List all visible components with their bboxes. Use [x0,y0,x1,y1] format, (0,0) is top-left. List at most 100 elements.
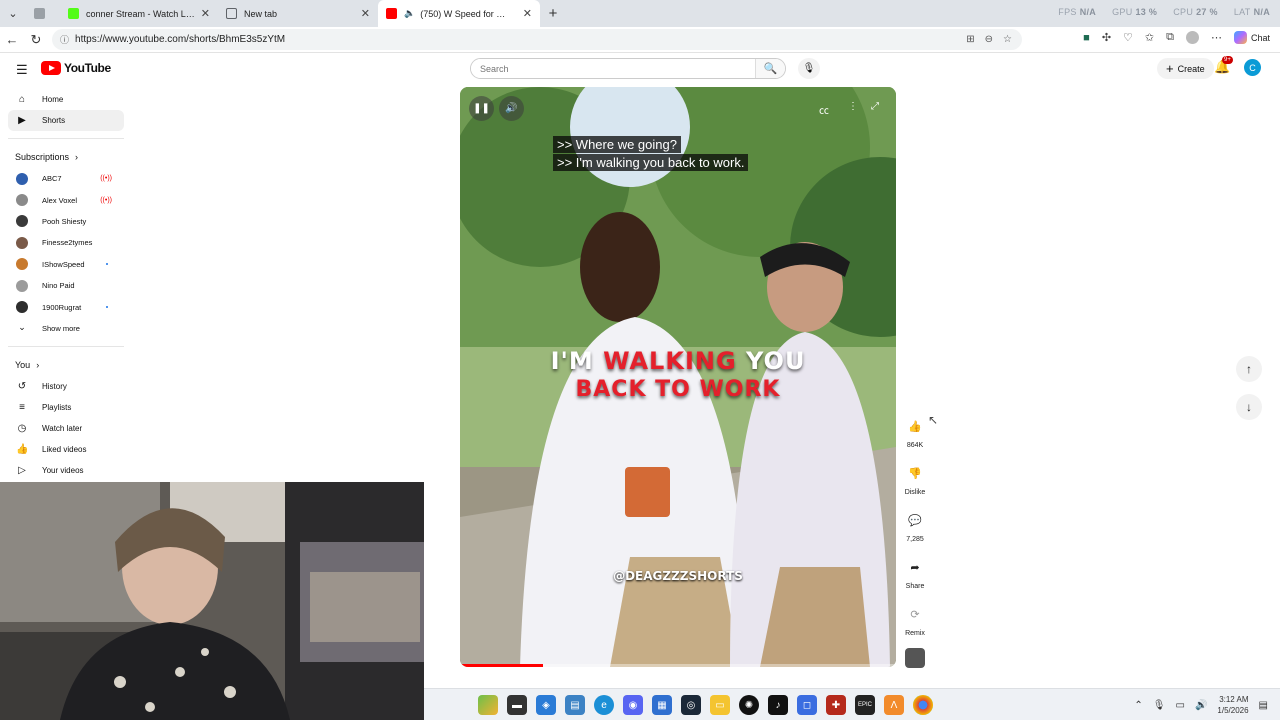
close-tab-icon[interactable]: ✕ [517,7,532,20]
collections-icon[interactable]: ⧉ [1166,31,1174,44]
sidebar-item-label: Liked videos [42,445,87,455]
windows-taskbar: ▬ ◈ ▤ e ◉ ▦ ◎ ▭ ✺ ♪ ◻ ✚ EPIC Λ ⌃ 🎙 ▭ 🔊 3… [424,688,1280,720]
app-available-icon[interactable]: ⊞ [966,34,974,45]
next-short-button[interactable]: ↓ [1236,394,1262,420]
obs-studio-icon[interactable]: ◈ [536,695,556,715]
browser-tab-kick[interactable]: conner Stream - Watch Live on Kick ✕ [60,0,218,27]
notepad-icon[interactable]: ▤ [565,695,585,715]
reload-icon[interactable]: ↻ [24,32,48,48]
browser-tab-youtube-active[interactable]: 🔈 (750) W Speed for saving his friend ✕ [378,0,540,27]
sidebar-subscription-item[interactable]: Finesse2tymes [8,232,124,253]
network-icon[interactable]: ▭ [1176,700,1185,711]
voice-search-button[interactable]: 🎙 [798,58,820,79]
previous-short-button[interactable]: ↑ [1236,356,1262,382]
sidebar-item-liked-videos[interactable]: 👍 Liked videos [8,439,124,460]
tab-favicon [34,8,45,19]
chrome-icon[interactable] [913,695,933,715]
favorites-icon[interactable]: ✩ [1145,31,1154,44]
favorite-star-icon[interactable]: ☆ [1003,34,1012,45]
shorts-video-player[interactable]: ❚❚ 🔊 ㏄ ⋮ ⤢ >> Where we going? >> I'm wal… [460,87,896,667]
fps-label: FPS [1058,7,1077,17]
sidebar-subscription-item[interactable]: 1900Rugrat [8,296,124,317]
notifications-button[interactable]: 🔔 9+ [1214,56,1233,75]
cpu-label: CPU [1173,7,1194,17]
new-tab-button[interactable]: + [540,5,566,22]
volume-button[interactable]: 🔊 [499,96,524,121]
channel-avatar [16,172,28,185]
browser-tab-pinned[interactable] [26,0,60,27]
sidebar-item-playlists[interactable]: ≡ Playlists [8,397,124,418]
like-button[interactable]: 👍 864K [900,414,930,450]
extensions-puzzle-icon[interactable]: ✣ [1102,31,1111,44]
captions-button[interactable]: ㏄ [819,102,829,117]
sidebar-item-watch-later[interactable]: ◷ Watch later [8,418,124,439]
archive-icon[interactable]: Λ [884,695,904,715]
sidebar-subscription-item[interactable]: IShowSpeed [8,254,124,275]
notifications-tray-icon[interactable]: ▤ [1259,700,1268,711]
app-icon[interactable]: ◻ [797,695,817,715]
sidebar-subscription-item[interactable]: Nino Paid [8,275,124,296]
site-info-icon[interactable]: ⓘ [60,33,69,46]
create-button[interactable]: + Create [1157,58,1214,79]
sidebar-item-history[interactable]: ↺ History [8,376,124,397]
video-progress-bar[interactable] [460,664,896,667]
sidebar-subscription-item[interactable]: Pooh Shiesty [8,211,124,232]
pause-button[interactable]: ❚❚ [469,96,494,121]
subscriptions-heading[interactable]: Subscriptions › [8,146,124,168]
browser-essentials-icon[interactable]: ♡ [1123,31,1133,44]
copilot-chat-button[interactable]: Chat [1233,31,1270,44]
sound-thumbnail[interactable] [905,648,925,668]
speaker-icon[interactable]: 🔊 [1195,700,1207,711]
more-menu-icon[interactable]: ⋯ [1211,31,1222,44]
caption-line-2: >> I'm walking you back to work. [553,154,749,171]
sidebar-item-home[interactable]: ⌂ Home [8,89,124,110]
dislike-button[interactable]: 👎 Dislike [900,461,930,497]
discord-icon[interactable]: ◉ [623,695,643,715]
back-arrow-icon[interactable]: ← [0,32,24,47]
sidebar-item-shorts[interactable]: ▶ Shorts [8,110,124,131]
tab-actions-menu-icon[interactable]: ⌄ [0,0,26,27]
caption-highlight: WALKING [603,347,737,375]
more-options-button[interactable]: ⋮ [848,101,858,112]
youtube-logo[interactable]: YouTube [41,61,111,75]
channel-avatar [16,258,28,271]
watch-later-icon: ◷ [17,423,27,435]
game-icon[interactable]: ✚ [826,695,846,715]
zoom-icon[interactable]: ⊖ [985,34,993,45]
sidebar-subscription-item[interactable]: ABC7 ((•)) [8,168,124,189]
epic-games-icon[interactable]: EPIC [855,695,875,715]
browser-tab-new-tab[interactable]: New tab ✕ [218,0,378,27]
extension-icon[interactable]: ■ [1083,32,1090,44]
chevron-up-icon[interactable]: ⌃ [1134,700,1142,711]
fullscreen-button[interactable]: ⤢ [871,101,879,112]
tiktok-icon[interactable]: ♪ [768,695,788,715]
steam-icon[interactable]: ◎ [681,695,701,715]
tab-audio-icon[interactable]: 🔈 [404,8,415,19]
microsoft-store-icon[interactable]: ▦ [652,695,672,715]
taskbar-clock[interactable]: 3:12 AM 1/5/2026 [1217,694,1248,716]
share-button[interactable]: ➦ Share [900,555,930,591]
edge-browser-icon[interactable]: e [594,695,614,715]
chatgpt-icon[interactable]: ✺ [739,695,759,715]
sidebar-subscription-item[interactable]: Alex Voxel ((•)) [8,189,124,210]
cpu-value: 27 % [1196,7,1218,17]
folder-icon[interactable]: ▭ [710,695,730,715]
widgets-icon[interactable] [478,695,498,715]
close-tab-icon[interactable]: ✕ [355,7,370,20]
sidebar-item-your-videos[interactable]: ▷ Your videos [8,460,124,481]
close-tab-icon[interactable]: ✕ [195,7,210,20]
microphone-icon[interactable]: 🎙 [1153,700,1166,711]
comments-button[interactable]: 💬 7,285 [900,508,930,544]
you-heading[interactable]: You › [8,354,124,376]
youtube-play-logo-icon [41,61,61,75]
remix-button[interactable]: ⟳ Remix [900,602,930,638]
account-avatar[interactable]: C [1244,59,1261,76]
show-more-button[interactable]: ⌄ Show more [8,318,124,339]
profile-avatar-icon[interactable] [1185,31,1199,44]
search-input[interactable] [471,59,755,78]
address-bar[interactable]: ⓘ https://www.youtube.com/shorts/BhmE3s5… [52,29,1022,50]
search-button[interactable]: 🔍 [755,59,785,78]
file-explorer-icon[interactable]: ▬ [507,695,527,715]
hamburger-menu-icon[interactable]: ☰ [16,62,28,78]
thumbs-down-icon: 👎 [908,467,922,480]
